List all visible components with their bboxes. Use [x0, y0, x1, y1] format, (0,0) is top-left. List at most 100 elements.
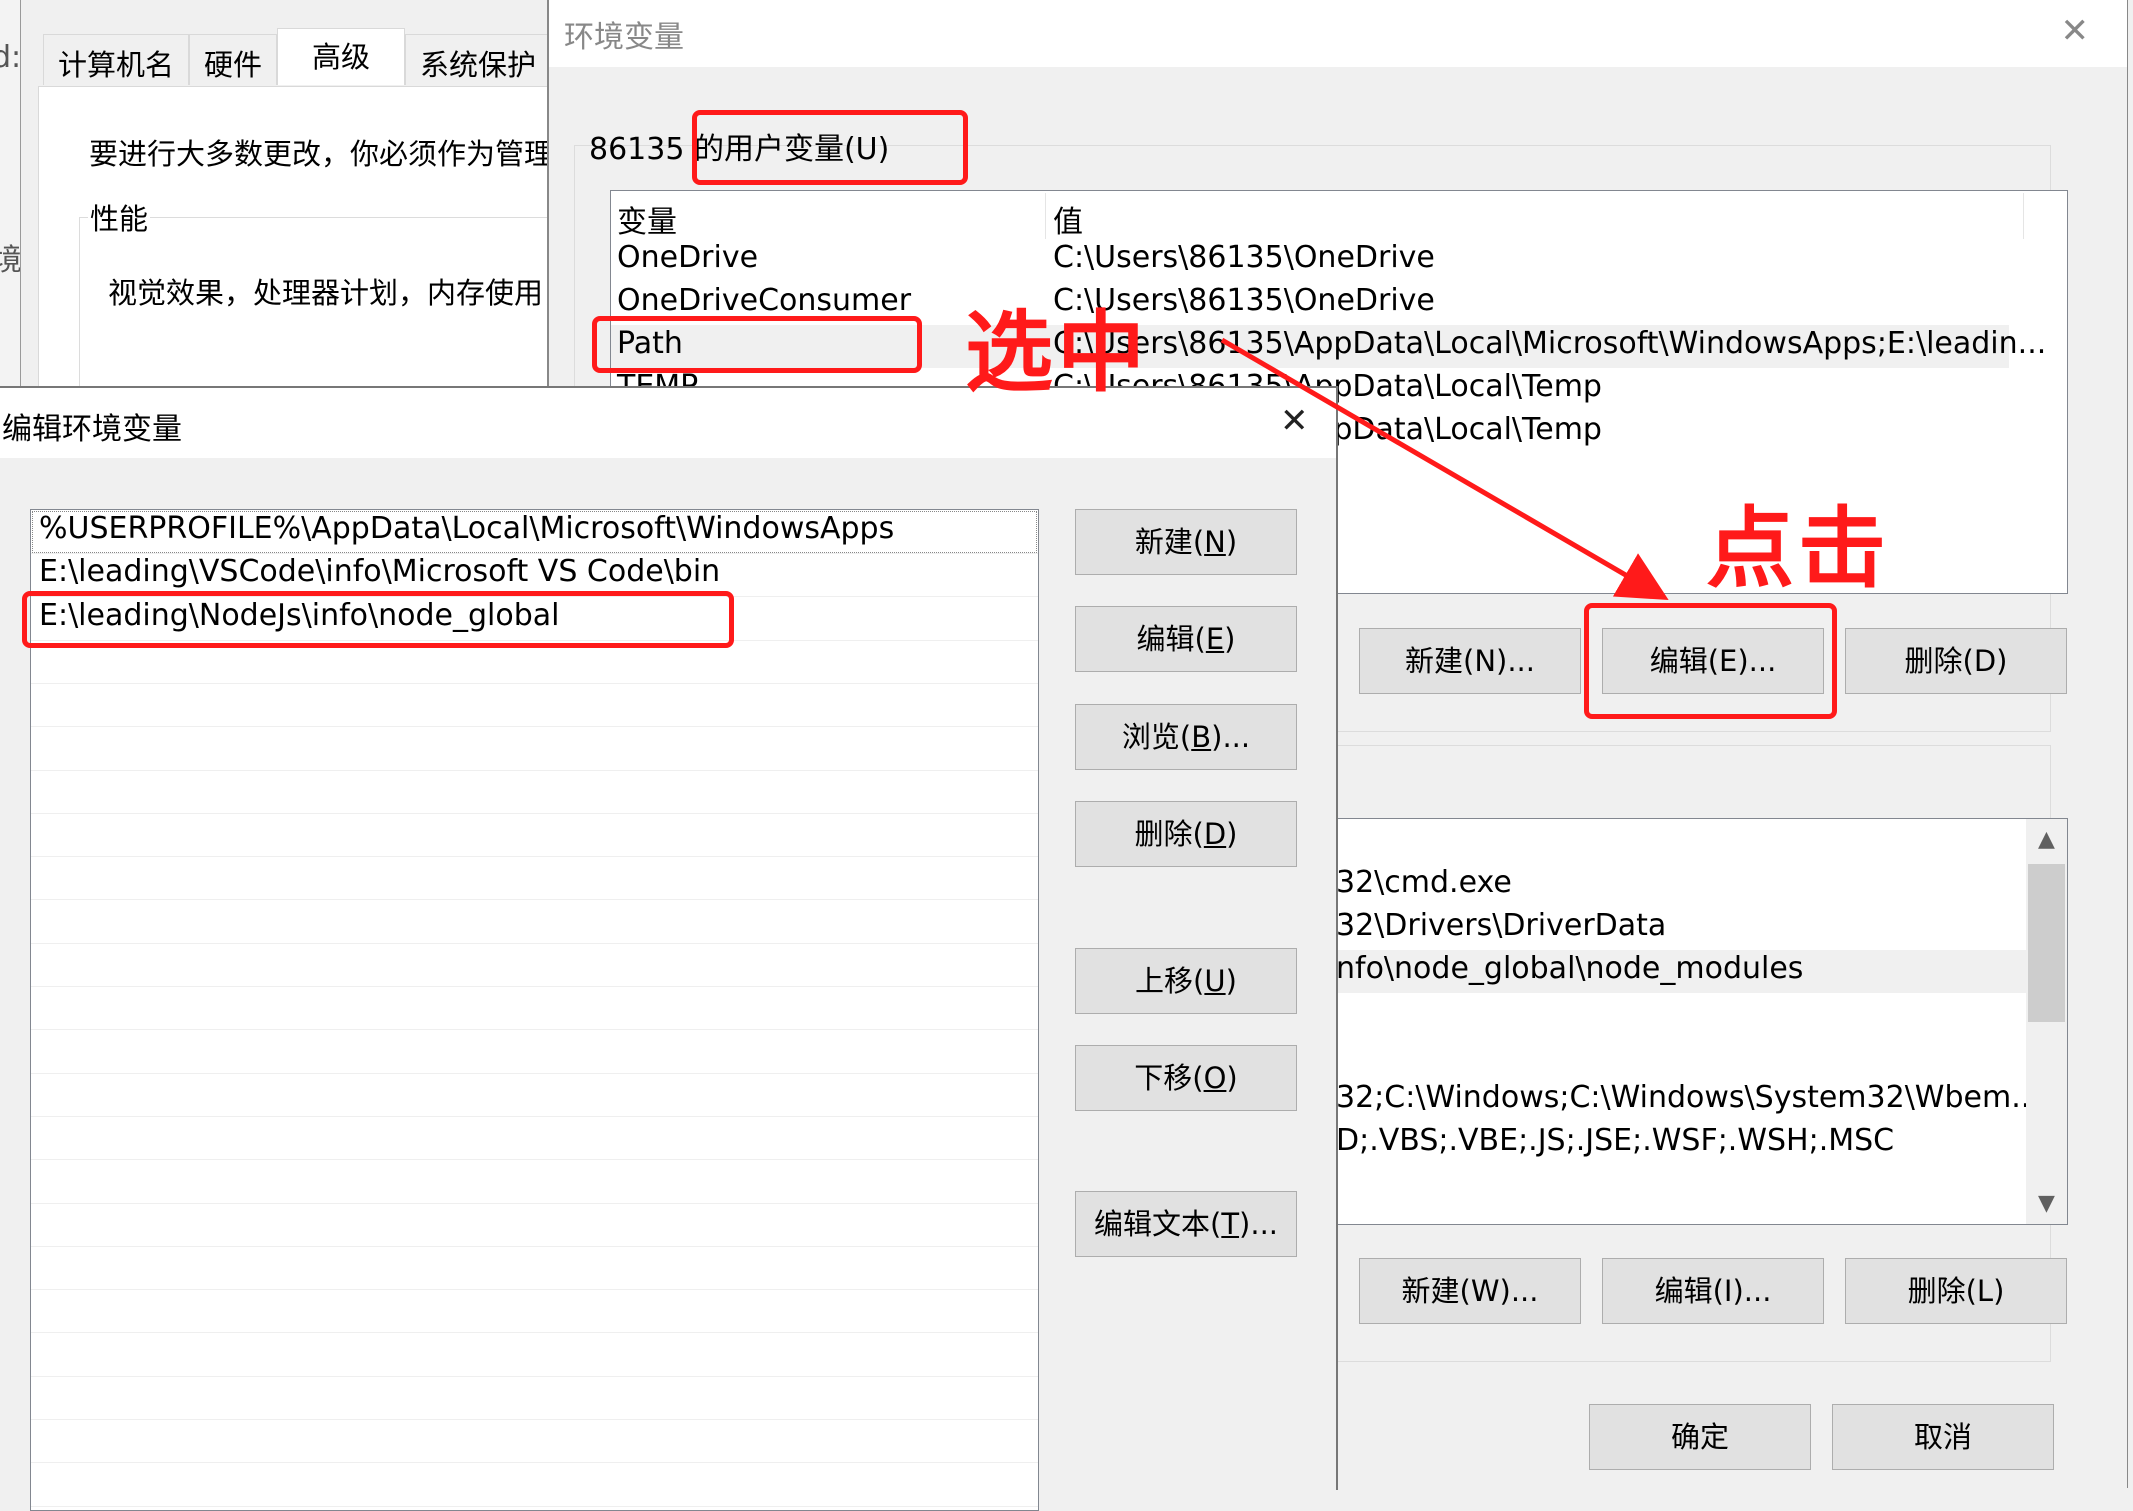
button-label: ) [1225, 964, 1237, 998]
variable-name: OneDriveConsumer [617, 283, 912, 318]
empty-path-row[interactable] [31, 1333, 1038, 1377]
env-dialog-title: 环境变量 [564, 20, 684, 55]
user-variables-header: 变量 值 [611, 191, 2067, 241]
column-header-value[interactable]: 值 [1053, 197, 1083, 241]
tab-hardware[interactable]: 硬件 [189, 34, 278, 85]
empty-path-row[interactable] [31, 856, 1038, 901]
system-list-scrollbar[interactable]: ▲ ▼ [2026, 819, 2067, 1224]
empty-path-row[interactable] [31, 1073, 1038, 1117]
system-new-button[interactable]: 新建(W)... [1359, 1258, 1581, 1324]
accelerator-key: U [1204, 964, 1226, 998]
system-properties-window: 计算机名 硬件 高级 系统保护 要进行大多数更改，你必须作为管理员登录。 性能 … [20, 0, 548, 388]
system-variable-row[interactable]: 32;C:\Windows;C:\Windows\System32\Wbem..… [1336, 1079, 2067, 1122]
accelerator-key: T [1221, 1207, 1240, 1241]
system-variable-row[interactable]: 32\cmd.exe [1336, 864, 2067, 907]
empty-path-row[interactable] [31, 900, 1038, 944]
tab-computer-name[interactable]: 计算机名 [43, 34, 190, 85]
edit-entry-button[interactable]: 编辑(E) [1075, 606, 1297, 672]
variable-value: C:\Users\86135\OneDrive [1053, 240, 1435, 275]
empty-path-row[interactable] [31, 1463, 1038, 1507]
edit-dialog-title: 编辑环境变量 [2, 412, 182, 447]
system-edit-button[interactable]: 编辑(I)... [1602, 1258, 1824, 1324]
button-label: ) [1225, 525, 1238, 559]
system-variables-list[interactable]: 32\cmd.exe 32\Drivers\DriverData nfo\node_… [1335, 818, 2068, 1225]
column-header-variable[interactable]: 变量 [617, 197, 677, 241]
column-divider[interactable] [1045, 193, 1046, 239]
accelerator-key: E [1205, 622, 1225, 656]
scrollbar-thumb[interactable] [2028, 864, 2065, 1022]
variable-value: D;.VBS;.VBE;.JS;.JSE;.WSF;.WSH;.MSC [1336, 1123, 1895, 1158]
user-variable-row[interactable]: OneDrive C:\Users\86135\OneDrive [611, 239, 2009, 282]
empty-path-row[interactable] [31, 683, 1038, 728]
button-label: 上移( [1135, 964, 1205, 998]
user-new-button[interactable]: 新建(N)... [1359, 628, 1581, 694]
chevron-up-icon[interactable]: ▲ [2026, 827, 2067, 852]
user-delete-button[interactable]: 删除(D) [1845, 628, 2067, 694]
empty-path-row[interactable] [31, 1419, 1038, 1464]
edit-text-button[interactable]: 编辑文本(T)... [1075, 1191, 1297, 1257]
variable-value: nfo\node_global\node_modules [1336, 951, 1804, 986]
variable-value: C:\Users\86135\AppData\Local\Microsoft\W… [1053, 326, 2047, 361]
performance-group: 性能 视觉效果，处理器计划，内存使用，以及虚拟内存 [79, 196, 548, 388]
tab-advanced[interactable]: 高级 [277, 28, 406, 85]
background-text-fragment: 境 [0, 235, 20, 279]
ok-button[interactable]: 确定 [1589, 1404, 1811, 1470]
button-label: ) [1226, 1061, 1238, 1095]
close-icon[interactable]: ✕ [1280, 404, 1309, 438]
system-variable-row[interactable] [1336, 1036, 2067, 1079]
button-label: 编辑文本( [1093, 1207, 1222, 1241]
annotation-box-user-variables [692, 110, 968, 185]
button-label: )... [1239, 1207, 1278, 1241]
delete-entry-button[interactable]: 删除(D) [1075, 801, 1297, 867]
empty-path-row[interactable] [31, 727, 1038, 771]
system-variable-row[interactable] [1336, 993, 2067, 1036]
button-label: 删除( [1134, 817, 1204, 851]
system-delete-button[interactable]: 删除(L) [1845, 1258, 2067, 1324]
tab-system-protection[interactable]: 系统保护 [405, 34, 548, 85]
accelerator-key: B [1191, 720, 1212, 754]
variable-name: OneDrive [617, 240, 759, 275]
system-variable-row[interactable]: nfo\node_global\node_modules [1336, 950, 2067, 993]
path-entry[interactable]: %USERPROFILE%\AppData\Local\Microsoft\Wi… [31, 510, 1038, 554]
button-label: 浏览( [1121, 720, 1192, 754]
move-down-button[interactable]: 下移(O) [1075, 1045, 1297, 1111]
annotation-box-path-row [592, 316, 922, 373]
empty-path-row[interactable] [31, 1116, 1038, 1161]
button-label: ) [1224, 622, 1236, 656]
accelerator-key: D [1203, 817, 1227, 851]
empty-path-row[interactable] [31, 943, 1038, 987]
admin-note: 要进行大多数更改，你必须作为管理员登录。 [89, 137, 548, 171]
button-label: 编辑( [1136, 622, 1206, 656]
new-entry-button[interactable]: 新建(N) [1075, 509, 1297, 575]
empty-path-row[interactable] [31, 1246, 1038, 1291]
empty-path-row[interactable] [31, 813, 1038, 858]
cancel-button[interactable]: 取消 [1832, 1404, 2054, 1470]
empty-path-row[interactable] [31, 770, 1038, 814]
advanced-tab-panel: 要进行大多数更改，你必须作为管理员登录。 性能 视觉效果，处理器计划，内存使用，… [38, 86, 548, 388]
path-entries-list[interactable]: %USERPROFILE%\AppData\Local\Microsoft\Wi… [30, 509, 1039, 1511]
empty-path-row[interactable] [31, 1203, 1038, 1247]
performance-group-label: 性能 [88, 196, 151, 238]
system-variable-row[interactable]: D;.VBS;.VBE;.JS;.JSE;.WSF;.WSH;.MSC [1336, 1122, 2067, 1165]
background-window: d: 境 [0, 0, 22, 390]
button-label: 下移( [1134, 1061, 1204, 1095]
browse-button[interactable]: 浏览(B)... [1075, 704, 1297, 770]
empty-path-row[interactable] [31, 1289, 1038, 1334]
performance-description: 视觉效果，处理器计划，内存使用，以及虚拟内存 [108, 276, 548, 310]
system-variable-row[interactable] [1336, 821, 2067, 864]
annotation-click-label: 点击 [1706, 497, 1891, 600]
empty-path-row[interactable] [31, 1030, 1038, 1074]
empty-path-row[interactable] [31, 986, 1038, 1031]
annotation-box-edit-button [1584, 603, 1837, 719]
system-variable-row[interactable]: 32\Drivers\DriverData [1336, 907, 2067, 950]
chevron-down-icon[interactable]: ▼ [2026, 1191, 2067, 1216]
background-text-fragment: d: [0, 40, 22, 75]
empty-path-row[interactable] [31, 1376, 1038, 1420]
close-icon[interactable]: ✕ [2061, 14, 2090, 48]
move-up-button[interactable]: 上移(U) [1075, 948, 1297, 1014]
env-dialog-titlebar: 环境变量 ✕ [549, 0, 2127, 67]
empty-path-row[interactable] [31, 1160, 1038, 1204]
variable-value: 32\Drivers\DriverData [1336, 908, 1667, 943]
path-entry-text: E:\leading\VSCode\info\Microsoft VS Code… [39, 554, 721, 590]
edit-environment-variable-dialog: 编辑环境变量 ✕ %USERPROFILE%\AppData\Local\Mic… [0, 386, 1338, 1511]
